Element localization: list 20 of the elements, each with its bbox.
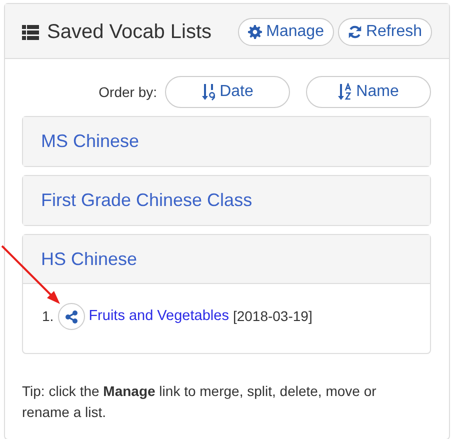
manage-button[interactable]: Manage: [238, 18, 334, 46]
share-icon: [64, 310, 78, 324]
sort-button[interactable]: Name: [306, 76, 431, 108]
group-header[interactable]: MS Chinese: [23, 117, 430, 166]
list-icon: [22, 24, 39, 40]
list-link[interactable]: Fruits and Vegetables: [88, 306, 229, 328]
card-title: Saved Vocab Lists: [47, 20, 212, 45]
group-header[interactable]: HS Chinese: [23, 235, 430, 284]
sort-numeric-icon: [202, 83, 216, 101]
share-button[interactable]: [58, 303, 85, 330]
tip-text: Tip: click the Manage link to merge, split, delete, move or rename a list.: [22, 382, 378, 422]
list-number: 1.: [42, 307, 54, 326]
group-header[interactable]: First Grade Chinese Class: [23, 176, 430, 225]
sort-button[interactable]: Date: [165, 76, 290, 108]
order-by-label: Order by:: [98, 82, 157, 102]
refresh-icon: [348, 25, 362, 39]
refresh-button[interactable]: Refresh: [338, 18, 432, 46]
sort-alpha-icon: [338, 83, 352, 101]
gear-icon: [248, 25, 262, 39]
list-date: [2018-03-19]: [232, 307, 312, 326]
